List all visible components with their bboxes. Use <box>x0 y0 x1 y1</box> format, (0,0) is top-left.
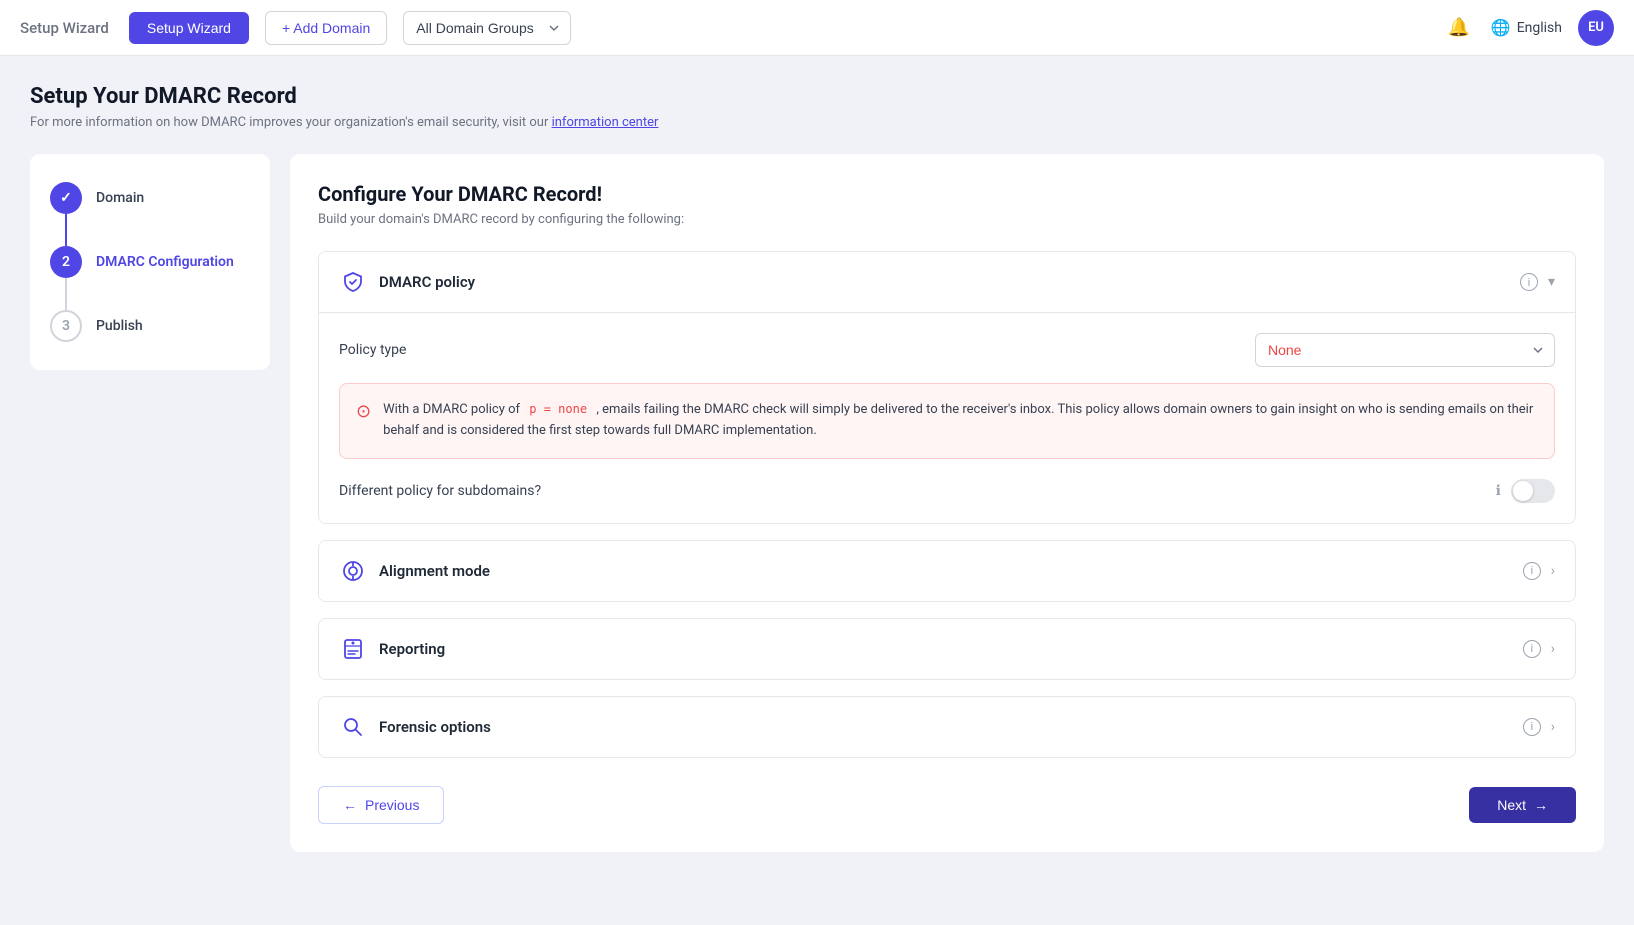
forensic-options-header[interactable]: Forensic options i › <box>319 697 1575 757</box>
step-3-publish: 3 Publish <box>50 310 250 342</box>
main-content-panel: Configure Your DMARC Record! Build your … <box>290 154 1604 852</box>
notification-bell-icon[interactable]: 🔔 <box>1443 12 1475 44</box>
step-connector-2 <box>65 278 67 310</box>
step-3-circle: 3 <box>50 310 82 342</box>
reporting-section: Reporting i › <box>318 618 1576 680</box>
alignment-mode-header[interactable]: Alignment mode i › <box>319 541 1575 601</box>
alignment-mode-section: Alignment mode i › <box>318 540 1576 602</box>
steps-sidebar: ✓ Domain 2 DMARC Configuration 3 Publish <box>30 154 270 370</box>
warning-circle-icon: ⊙ <box>356 401 371 442</box>
configure-subtitle: Build your domain's DMARC record by conf… <box>318 212 1576 227</box>
reporting-header[interactable]: Reporting i › <box>319 619 1575 679</box>
next-button[interactable]: Next → <box>1469 787 1576 823</box>
subdomain-label: Different policy for subdomains? <box>339 483 1486 499</box>
reporting-chevron-icon: › <box>1551 641 1555 657</box>
page-subtitle: For more information on how DMARC improv… <box>30 115 1604 130</box>
alignment-icon <box>339 557 367 585</box>
policy-code-badge: p = none <box>523 401 593 417</box>
forensic-options-title: Forensic options <box>379 718 1523 736</box>
warning-text: With a DMARC policy of p = none , emails… <box>383 400 1538 442</box>
app-title: Setup Wizard <box>20 19 109 37</box>
forensic-icon <box>339 713 367 741</box>
policy-type-select[interactable]: None Quarantine Reject <box>1255 333 1555 367</box>
subdomain-toggle-row: Different policy for subdomains? ℹ <box>339 479 1555 503</box>
policy-type-label: Policy type <box>339 342 1255 358</box>
add-domain-button[interactable]: + Add Domain <box>265 11 387 45</box>
reporting-title: Reporting <box>379 640 1523 658</box>
policy-warning-box: ⊙ With a DMARC policy of p = none , emai… <box>339 383 1555 459</box>
reporting-actions: i › <box>1523 640 1555 658</box>
alignment-info-icon[interactable]: i <box>1523 562 1541 580</box>
step-2-label: DMARC Configuration <box>96 254 234 270</box>
language-label: English <box>1517 20 1562 36</box>
dmarc-policy-info-icon[interactable]: i <box>1520 273 1538 291</box>
step-1-label: Domain <box>96 190 144 206</box>
alignment-chevron-icon: › <box>1551 563 1555 579</box>
step-3-row: 3 Publish <box>50 310 143 342</box>
alignment-mode-actions: i › <box>1523 562 1555 580</box>
step-1-row: ✓ Domain <box>50 182 144 214</box>
forensic-options-section: Forensic options i › <box>318 696 1576 758</box>
alignment-mode-title: Alignment mode <box>379 562 1523 580</box>
globe-icon: 🌐 <box>1491 18 1511 37</box>
app-header: Setup Wizard Setup Wizard + Add Domain A… <box>0 0 1634 56</box>
step-2-circle: 2 <box>50 246 82 278</box>
forensic-options-actions: i › <box>1523 718 1555 736</box>
dmarc-policy-chevron-icon: ▾ <box>1548 274 1555 290</box>
step-3-label: Publish <box>96 318 143 334</box>
language-selector[interactable]: 🌐 English <box>1491 18 1562 37</box>
reporting-info-icon[interactable]: i <box>1523 640 1541 658</box>
reporting-icon <box>339 635 367 663</box>
step-1-domain: ✓ Domain <box>50 182 250 246</box>
forensic-chevron-icon: › <box>1551 719 1555 735</box>
info-center-link[interactable]: information center <box>552 115 659 130</box>
footer-buttons: ← Previous Next → <box>318 786 1576 824</box>
previous-button[interactable]: ← Previous <box>318 786 444 824</box>
step-2-dmarc: 2 DMARC Configuration <box>50 246 250 310</box>
forensic-info-icon[interactable]: i <box>1523 718 1541 736</box>
arrow-left-icon: ← <box>343 797 357 813</box>
subdomain-toggle-switch[interactable] <box>1511 479 1555 503</box>
step-1-circle: ✓ <box>50 182 82 214</box>
arrow-right-icon: → <box>1534 797 1548 813</box>
step-connector-1 <box>65 214 67 246</box>
dmarc-policy-section: DMARC policy i ▾ Policy type None Quaran… <box>318 251 1576 524</box>
dmarc-policy-header[interactable]: DMARC policy i ▾ <box>319 252 1575 313</box>
user-avatar[interactable]: EU <box>1578 10 1614 46</box>
policy-type-row: Policy type None Quarantine Reject <box>339 333 1555 367</box>
subdomain-info-icon[interactable]: ℹ <box>1496 483 1501 499</box>
domain-groups-select[interactable]: All Domain Groups <box>403 11 571 45</box>
setup-wizard-button[interactable]: Setup Wizard <box>129 12 249 44</box>
page-title: Setup Your DMARC Record <box>30 84 1604 109</box>
main-layout: ✓ Domain 2 DMARC Configuration 3 Publish <box>30 154 1604 852</box>
dmarc-policy-actions: i ▾ <box>1520 273 1555 291</box>
shield-icon <box>339 268 367 296</box>
dmarc-policy-body: Policy type None Quarantine Reject ⊙ Wit… <box>319 313 1575 523</box>
page-container: Setup Your DMARC Record For more informa… <box>0 56 1634 880</box>
step-2-row: 2 DMARC Configuration <box>50 246 234 278</box>
configure-title: Configure Your DMARC Record! <box>318 182 1576 206</box>
dmarc-policy-title: DMARC policy <box>379 273 1520 291</box>
